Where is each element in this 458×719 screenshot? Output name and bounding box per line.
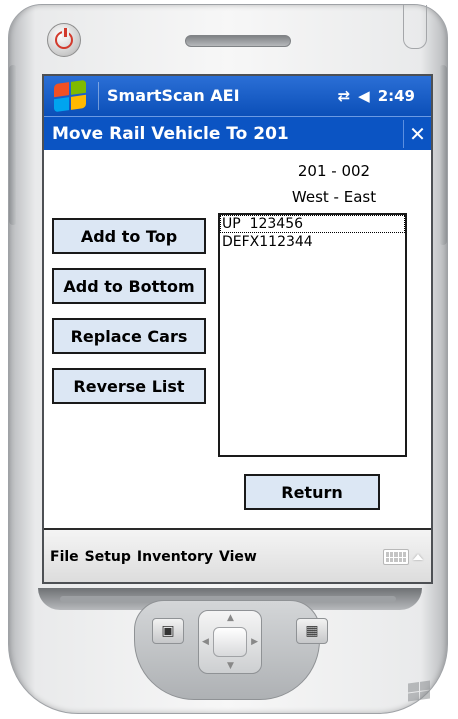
network-icon[interactable]: ⇄ [338, 87, 351, 105]
calendar-hardware-button[interactable]: ▦ [296, 618, 328, 644]
reverse-list-button[interactable]: Reverse List [52, 368, 206, 404]
form-title: Move Rail Vehicle To 201 [52, 123, 289, 144]
start-flag-icon[interactable] [54, 79, 86, 113]
add-to-top-button[interactable]: Add to Top [52, 218, 206, 254]
close-button[interactable]: ✕ [403, 119, 431, 148]
chevron-up-icon [413, 554, 423, 560]
location-code: 201 - 002 [297, 162, 371, 180]
menu-view[interactable]: View [219, 549, 257, 565]
car-listbox[interactable]: UP 123456 DEFX112344 [218, 213, 407, 457]
dpad[interactable]: ▲ ▼ ◀ ▶ [198, 610, 262, 674]
list-item[interactable]: DEFX112344 [220, 233, 405, 251]
direction-label: West - East [291, 188, 377, 206]
menu-inventory[interactable]: Inventory [137, 549, 213, 565]
side-key-left [9, 65, 17, 225]
menu-file[interactable]: File [50, 549, 79, 565]
add-to-bottom-button[interactable]: Add to Bottom [52, 268, 206, 304]
contacts-hardware-button[interactable]: ▣ [152, 618, 184, 644]
system-tray: ⇄ ◀︎ 2:49 [338, 87, 415, 105]
input-panel-toggle[interactable] [383, 549, 423, 565]
keyboard-icon [383, 549, 409, 565]
power-icon [55, 28, 73, 49]
return-button[interactable]: Return [244, 474, 380, 510]
stylus-slot [403, 5, 427, 49]
dpad-down-icon[interactable]: ▼ [227, 661, 234, 671]
clock[interactable]: 2:49 [378, 87, 415, 105]
form-title-bar: Move Rail Vehicle To 201 ✕ [44, 116, 431, 150]
dpad-center-button[interactable] [213, 627, 247, 657]
speaker-grille [185, 35, 291, 47]
windows-logo-icon [408, 680, 430, 702]
taskbar: SmartScan AEI ⇄ ◀︎ 2:49 [44, 76, 431, 116]
dpad-up-icon[interactable]: ▲ [227, 613, 234, 623]
dpad-left-icon[interactable]: ◀ [202, 637, 209, 647]
device-screen: SmartScan AEI ⇄ ◀︎ 2:49 Move Rail Vehicl… [42, 74, 433, 584]
dpad-right-icon[interactable]: ▶ [251, 637, 258, 647]
replace-cars-button[interactable]: Replace Cars [52, 318, 206, 354]
power-button[interactable] [47, 23, 81, 57]
menu-bar: File Setup Inventory View [44, 530, 431, 582]
volume-icon[interactable]: ◀︎ [358, 87, 370, 105]
menu-setup[interactable]: Setup [85, 549, 131, 565]
app-title: SmartScan AEI [98, 82, 240, 110]
side-key-right [439, 65, 447, 245]
list-item[interactable]: UP 123456 [220, 215, 405, 233]
